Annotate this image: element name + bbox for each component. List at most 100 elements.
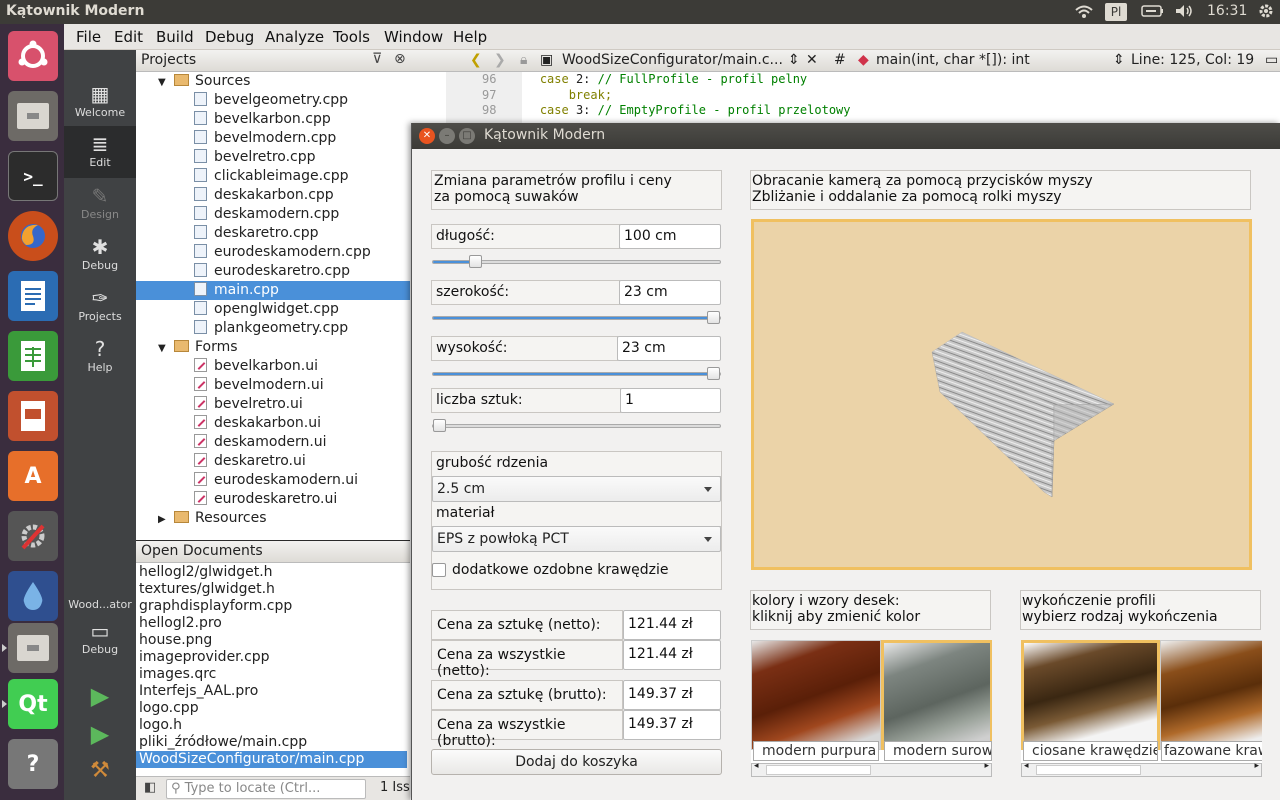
help-icon[interactable]: ? [8,739,58,789]
files-icon[interactable] [8,91,58,141]
terminal-icon[interactable]: >_ [8,151,58,201]
keyboard-layout-indicator[interactable]: Pl [1105,3,1127,21]
menu-window[interactable]: Window [384,28,443,46]
close-icon[interactable]: ✕ [419,128,435,144]
maximize-icon[interactable]: □ [459,128,475,144]
material-combo[interactable]: EPS z powłoką PCT [432,526,721,552]
collapsed-arrow-icon[interactable]: ▶ [158,510,174,529]
wifi-icon[interactable] [1074,3,1094,23]
open-document-item[interactable]: logo.h [139,717,410,734]
menu-file[interactable]: File [76,28,101,46]
file-selector[interactable]: WoodSizeConfigurator/main.c... [562,52,783,68]
tree-file[interactable]: deskaretro.cpp [136,224,410,243]
open-document-item[interactable]: Interfejs_AAL.pro [139,683,410,700]
back-icon[interactable]: ❮ [470,52,482,68]
decor-checkbox[interactable] [432,563,446,577]
length-slider[interactable] [432,255,721,268]
tree-file[interactable]: eurodeskaretro.cpp [136,262,410,281]
mode-help[interactable]: ? Help [64,337,136,374]
writer-icon[interactable] [8,271,58,321]
gear-icon[interactable] [1257,2,1275,24]
open-document-item[interactable]: pliki_źródłowe/main.cpp [139,734,410,751]
menu-build[interactable]: Build [156,28,194,46]
files-2-icon[interactable] [8,623,58,673]
tree-file[interactable]: deskaretro.ui [136,452,410,471]
forward-icon[interactable]: ❯ [494,52,506,68]
length-input[interactable]: 100 cm [619,224,721,249]
tree-file[interactable]: deskakarbon.cpp [136,186,410,205]
locator-input[interactable]: ⚲ Type to locate (Ctrl... [166,779,366,799]
tree-file[interactable]: bevelgeometry.cpp [136,91,410,110]
symbol-arrows-icon[interactable]: ⇕ [1113,52,1125,68]
clock[interactable]: 16:31 [1207,3,1247,19]
width-input[interactable]: 23 cm [619,280,721,305]
mode-design[interactable]: ✎ Design [64,184,136,221]
close-file-icon[interactable]: ✕ [806,52,818,68]
open-document-item[interactable]: images.qrc [139,666,410,683]
length-slider-handle[interactable] [469,255,482,268]
color-modern-purpura[interactable] [751,640,881,750]
tree-file[interactable]: plankgeometry.cpp [136,319,410,338]
volume-icon[interactable] [1174,3,1194,23]
expanded-arrow-icon[interactable]: ▼ [158,339,174,358]
tree-file[interactable]: bevelmodern.ui [136,376,410,395]
system-settings-icon[interactable] [8,511,58,561]
tree-file[interactable]: eurodeskaretro.ui [136,490,410,509]
menu-tools[interactable]: Tools [333,28,370,46]
finish-fazowane[interactable] [1160,640,1262,750]
scroll-left-icon[interactable]: ◂ [754,761,759,771]
tree-file[interactable]: deskamodern.cpp [136,205,410,224]
finishes-scrollbar[interactable]: ◂ ▸ [1021,761,1262,777]
tree-file[interactable]: eurodeskamodern.ui [136,471,410,490]
target-selector[interactable]: Wood...ator ▭ Debug [64,598,136,656]
width-slider[interactable] [432,311,721,324]
tree-file[interactable]: deskamodern.ui [136,433,410,452]
hammer-icon[interactable]: ⚒ [64,758,136,783]
color-modern-surowy[interactable] [881,640,992,750]
open-document-item[interactable]: logo.cpp [139,700,410,717]
menu-edit[interactable]: Edit [114,28,143,46]
open-document-item[interactable]: WoodSizeConfigurator/main.cpp [136,751,407,768]
tree-folder-sources[interactable]: ▼ Sources [136,72,410,91]
tree-file[interactable]: openglwidget.cpp [136,300,410,319]
tree-folder-forms[interactable]: ▼ Forms [136,338,410,357]
width-slider-handle[interactable] [707,311,720,324]
scroll-thumb[interactable] [766,765,871,775]
finish-ciosane[interactable] [1021,640,1160,750]
height-input[interactable]: 23 cm [617,336,721,361]
open-document-item[interactable]: house.png [139,632,410,649]
minimize-icon[interactable]: – [439,128,455,144]
link-icon[interactable]: ⊗ [394,51,406,67]
open-document-item[interactable]: hellogl2/glwidget.h [139,564,410,581]
scroll-right-icon[interactable]: ▸ [1254,761,1259,771]
quantity-input[interactable]: 1 [620,388,721,413]
qt-creator-icon[interactable]: Qt [8,679,58,729]
issues-tab[interactable]: 1 Iss [380,780,410,795]
scroll-thumb[interactable] [1036,765,1141,775]
sidebar-toggle-icon[interactable]: ◧ [144,780,156,795]
calc-icon[interactable] [8,331,58,381]
tree-folder-resources[interactable]: ▶ Resources [136,509,410,528]
expanded-arrow-icon[interactable]: ▼ [158,73,174,92]
height-slider[interactable] [432,367,721,380]
open-document-item[interactable]: hellogl2.pro [139,615,410,632]
debug-run-icon[interactable]: ▶ [64,720,136,748]
open-document-item[interactable]: graphdisplayform.cpp [139,598,410,615]
tree-file[interactable]: deskakarbon.ui [136,414,410,433]
tree-file[interactable]: bevelretro.ui [136,395,410,414]
open-document-item[interactable]: textures/glwidget.h [139,581,410,598]
open-document-item[interactable]: imageprovider.cpp [139,649,410,666]
firefox-icon[interactable] [8,211,58,261]
quantity-slider[interactable] [432,419,721,432]
software-center-icon[interactable]: A [8,451,58,501]
tree-file[interactable]: main.cpp [136,281,410,300]
menu-help[interactable]: Help [453,28,487,46]
filter-icon[interactable]: ⊽ [372,51,382,67]
tree-file[interactable]: bevelretro.cpp [136,148,410,167]
drop-icon[interactable] [8,571,58,621]
run-icon[interactable]: ▶ [64,682,136,710]
scroll-right-icon[interactable]: ▸ [984,761,989,771]
core-thickness-combo[interactable]: 2.5 cm [432,476,721,502]
tree-file[interactable]: bevelkarbon.cpp [136,110,410,129]
menu-debug[interactable]: Debug [205,28,254,46]
